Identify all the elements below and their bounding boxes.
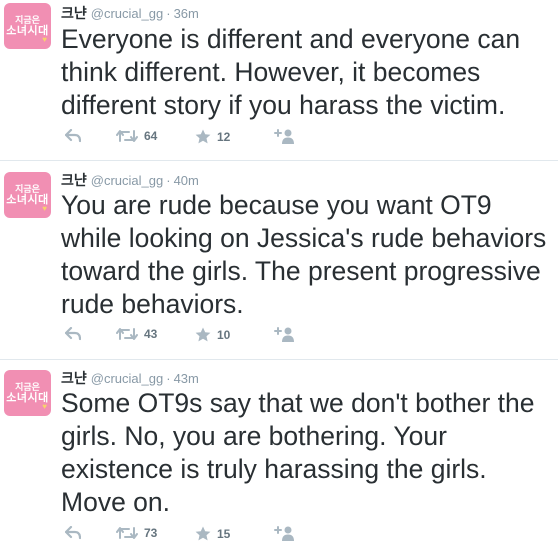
- avatar-text-top: 지금은: [15, 14, 40, 25]
- tweet: 지금은 소녀시대 ♥ 크냔 @crucial_gg · 43m Some OT9s s…: [0, 360, 558, 550]
- separator: ·: [166, 371, 171, 386]
- retweet-icon: [116, 327, 138, 341]
- avatar-mark: ♥: [42, 35, 47, 44]
- favorite-icon: [195, 526, 211, 541]
- retweet-button[interactable]: 43: [116, 327, 157, 341]
- retweet-button[interactable]: 73: [116, 526, 157, 540]
- tweet-header: 크냔 @crucial_gg · 40m: [61, 171, 199, 190]
- tweet-text: You are rude because you want OT9 while …: [61, 190, 547, 319]
- retweet-icon: [116, 526, 138, 540]
- reply-button[interactable]: [65, 526, 81, 540]
- timestamp[interactable]: 40m: [174, 173, 199, 188]
- favorite-count: 15: [217, 526, 231, 541]
- follow-button[interactable]: [274, 129, 294, 144]
- username[interactable]: @crucial_gg: [91, 6, 163, 21]
- favorite-icon: [195, 327, 211, 342]
- retweet-icon: [116, 129, 138, 143]
- tweet: 지금은 소녀시대 ♥ 크냔 @crucial_gg · 36m Everyone is…: [0, 0, 558, 160]
- favorite-button[interactable]: 10: [195, 327, 230, 342]
- reply-icon: [65, 526, 81, 540]
- tweet: 지금은 소녀시대 ♥ 크냔 @crucial_gg · 40m You are rud…: [0, 161, 558, 359]
- separator: ·: [166, 6, 171, 21]
- favorite-icon: [195, 129, 211, 144]
- avatar-mark: ♥: [42, 204, 47, 213]
- timestamp[interactable]: 43m: [174, 371, 199, 386]
- retweet-count: 43: [144, 327, 158, 341]
- reply-icon: [65, 327, 81, 341]
- username[interactable]: @crucial_gg: [91, 371, 163, 386]
- reply-button[interactable]: [65, 327, 81, 341]
- tweet-header: 크냔 @crucial_gg · 36m: [61, 4, 199, 23]
- display-name[interactable]: 크냔: [61, 5, 87, 21]
- avatar-text-top: 지금은: [15, 381, 40, 392]
- avatar[interactable]: 지금은 소녀시대 ♥: [4, 3, 51, 49]
- follow-icon: [274, 327, 294, 342]
- follow-icon: [274, 129, 294, 144]
- avatar[interactable]: 지금은 소녀시대 ♥: [4, 370, 51, 416]
- follow-icon: [274, 526, 294, 541]
- display-name[interactable]: 크냔: [61, 172, 87, 188]
- reply-button[interactable]: [65, 129, 81, 143]
- username[interactable]: @crucial_gg: [91, 173, 163, 188]
- favorite-count: 12: [217, 129, 231, 144]
- follow-button[interactable]: [274, 327, 294, 342]
- reply-icon: [65, 129, 81, 143]
- retweet-count: 64: [144, 129, 158, 143]
- retweet-count: 73: [144, 526, 158, 540]
- tweet-text: Everyone is different and everyone can t…: [61, 24, 521, 120]
- tweet-header: 크냔 @crucial_gg · 43m: [61, 369, 199, 388]
- display-name[interactable]: 크냔: [61, 370, 87, 386]
- tweet-text: Some OT9s say that we don't bother the g…: [61, 388, 535, 517]
- follow-button[interactable]: [274, 526, 294, 541]
- retweet-button[interactable]: 64: [116, 129, 157, 143]
- favorite-count: 10: [217, 327, 231, 342]
- avatar-mark: ♥: [42, 402, 47, 411]
- favorite-button[interactable]: 12: [195, 129, 230, 144]
- favorite-button[interactable]: 15: [195, 526, 230, 541]
- separator: ·: [166, 173, 171, 188]
- avatar-text-top: 지금은: [15, 183, 40, 194]
- avatar[interactable]: 지금은 소녀시대 ♥: [4, 172, 51, 218]
- timestamp[interactable]: 36m: [174, 6, 199, 21]
